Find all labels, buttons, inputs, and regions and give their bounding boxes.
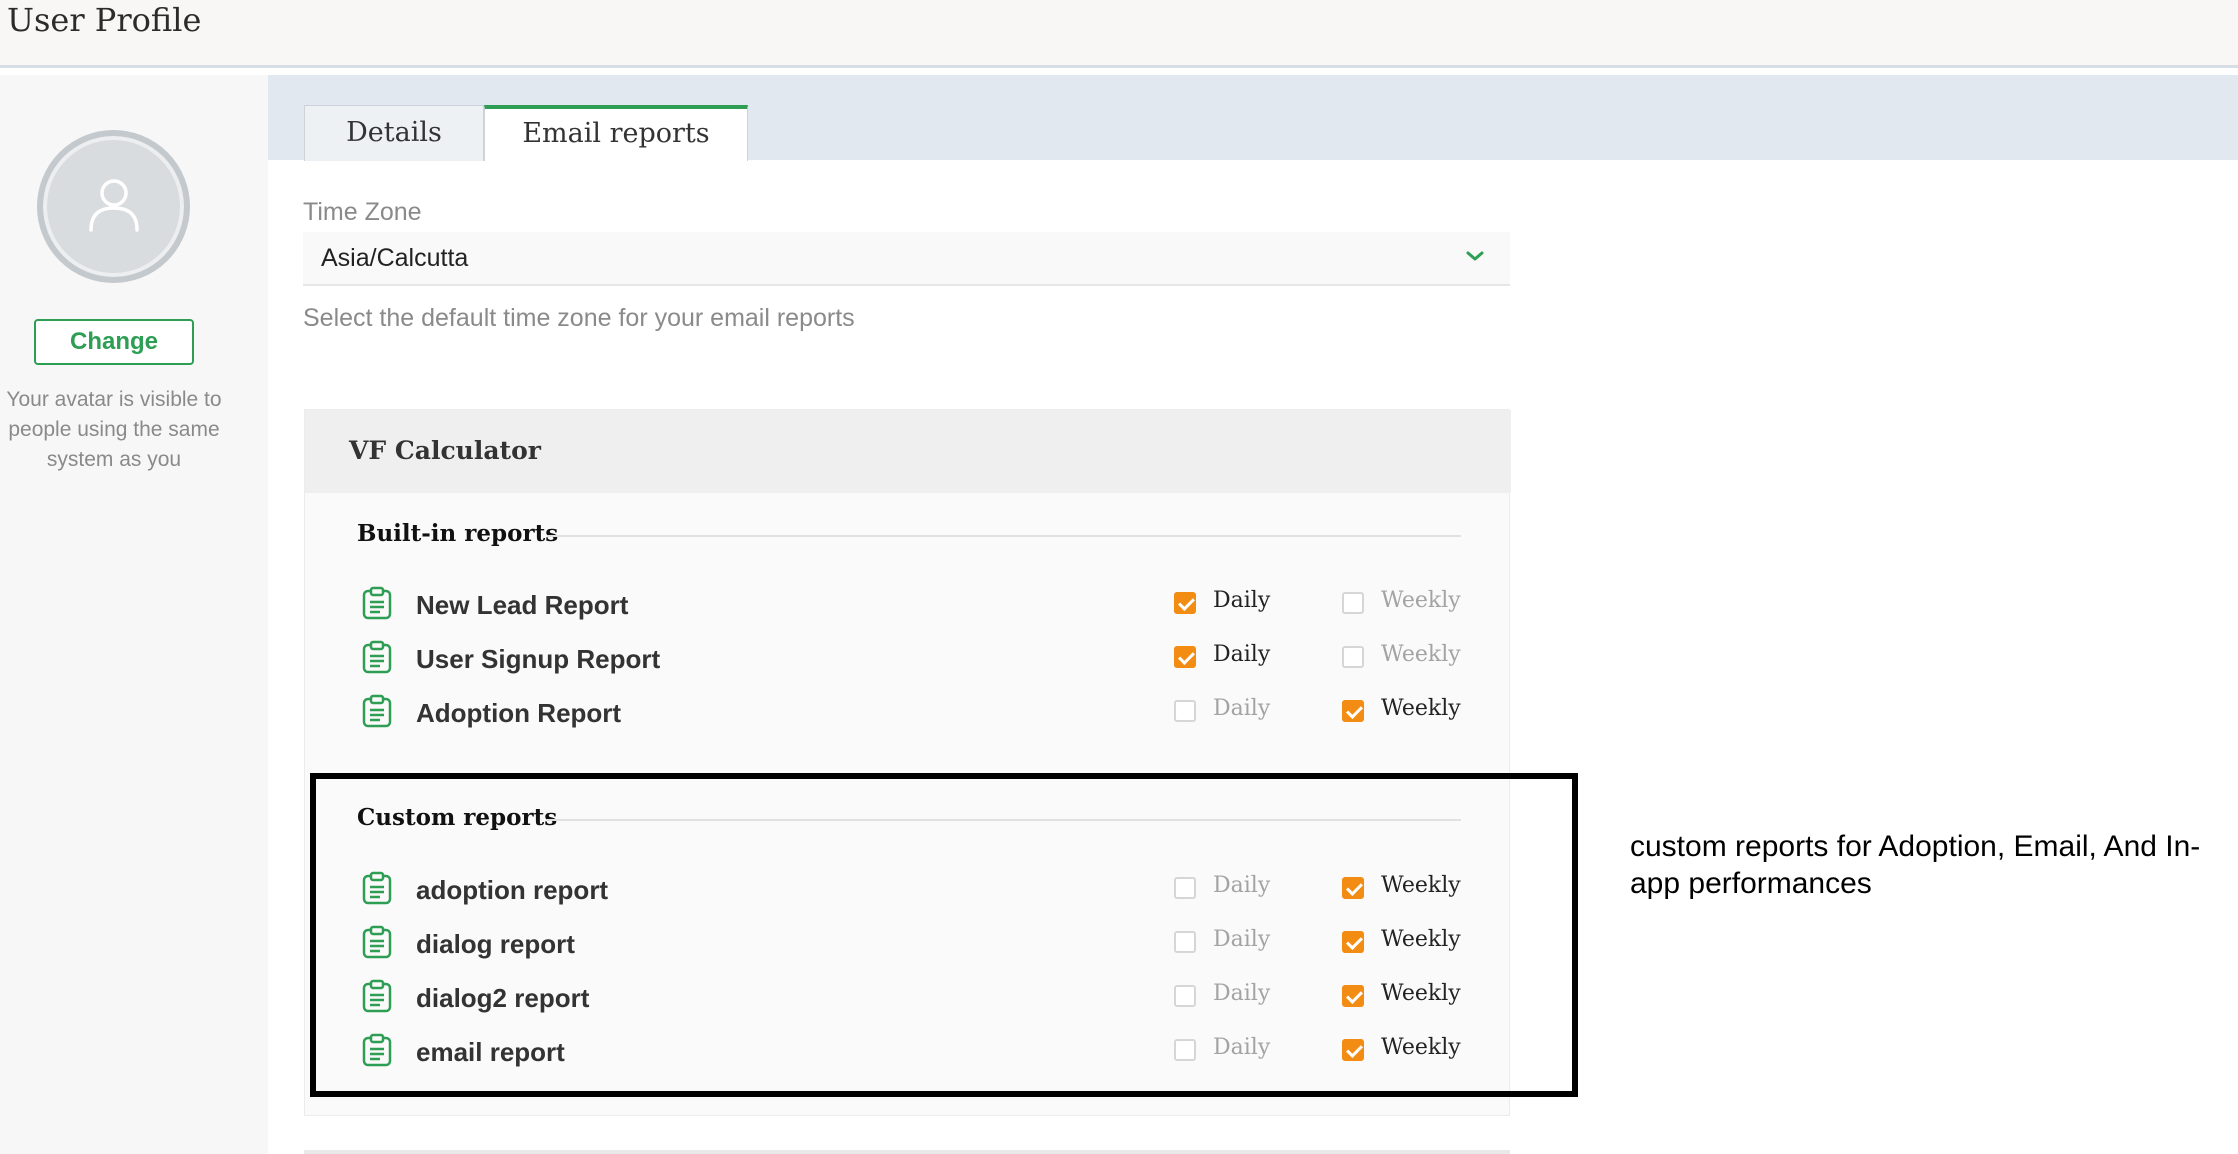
annotation-box xyxy=(310,773,1578,1097)
card-title: VF Calculator xyxy=(349,436,541,465)
report-row: New Lead Report Daily Weekly xyxy=(361,584,1461,624)
report-name: New Lead Report xyxy=(416,590,629,620)
tab-details[interactable]: Details xyxy=(304,105,484,161)
avatar-panel: Change Your avatar is visible to people … xyxy=(0,75,268,1154)
section-title-built-in: Built-in reports xyxy=(357,520,559,547)
timezone-label: Time Zone xyxy=(303,198,422,226)
clipboard-icon xyxy=(362,586,392,620)
report-row: User Signup Report Daily Weekly xyxy=(361,638,1461,678)
user-icon xyxy=(89,179,139,232)
next-card-edge xyxy=(304,1150,1510,1154)
report-row: Adoption Report Daily Weekly xyxy=(361,692,1461,732)
avatar xyxy=(37,130,190,283)
annotation-text: custom reports for Adoption, Email, And … xyxy=(1630,830,2201,900)
clipboard-icon xyxy=(362,640,392,674)
tabs-bar: Details Email reports xyxy=(268,75,2238,161)
card-header: VF Calculator xyxy=(305,410,1511,493)
tab-email-reports[interactable]: Email reports xyxy=(484,105,748,161)
change-avatar-button[interactable]: Change xyxy=(34,319,194,365)
report-name: User Signup Report xyxy=(416,644,661,674)
section-divider xyxy=(547,535,1461,537)
page-header: User Profile xyxy=(0,0,2238,68)
chevron-down-icon xyxy=(1466,251,1484,261)
avatar-note: Your avatar is visible to people using t… xyxy=(6,388,222,471)
clipboard-icon xyxy=(362,694,392,728)
page-title: User Profile xyxy=(7,1,202,39)
report-name: Adoption Report xyxy=(416,698,622,728)
timezone-value: Asia/Calcutta xyxy=(321,244,469,272)
timezone-help: Select the default time zone for your em… xyxy=(303,304,855,332)
timezone-select[interactable]: Asia/Calcutta xyxy=(303,232,1510,286)
